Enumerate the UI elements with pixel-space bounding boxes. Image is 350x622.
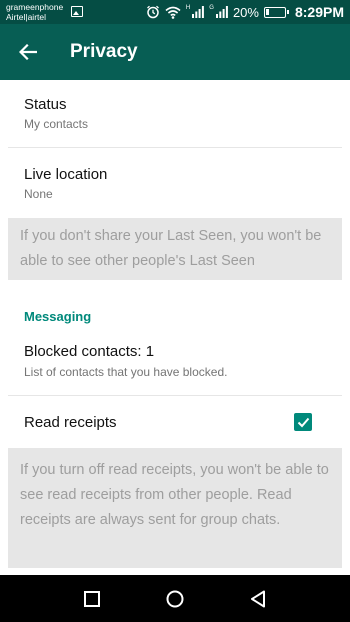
battery-percent: 20% — [232, 4, 259, 20]
wifi-icon — [165, 6, 181, 19]
alarm-icon — [146, 5, 159, 19]
battery-icon — [263, 6, 289, 18]
last-seen-info-text: If you don't share your Last Seen, you w… — [20, 228, 322, 269]
messaging-section-header: Messaging — [24, 309, 92, 324]
home-button[interactable] — [155, 579, 195, 619]
back-icon — [251, 590, 266, 607]
read-receipts-info-text: If you turn off read receipts, you won't… — [20, 462, 329, 528]
last-seen-info: If you don't share your Last Seen, you w… — [8, 218, 342, 280]
navigation-bar — [0, 575, 350, 622]
clock: 8:29PM — [294, 4, 344, 20]
status-setting[interactable]: Status My contacts — [8, 80, 342, 146]
status-value: My contacts — [24, 117, 89, 131]
read-receipts-title: Read receipts — [24, 414, 117, 431]
live-location-setting[interactable]: Live location None — [8, 148, 342, 216]
signal-icon — [192, 6, 205, 18]
check-icon — [297, 417, 309, 427]
settings-list: Status My contacts Live location None If… — [0, 80, 350, 575]
recents-button[interactable] — [72, 579, 112, 619]
sim2-network-label: G — [209, 5, 214, 11]
carrier-1: grameenphone — [6, 2, 64, 12]
gallery-icon — [71, 6, 83, 17]
home-icon — [166, 590, 184, 607]
signal-icon — [215, 6, 228, 18]
blocked-contacts-subtitle: List of contacts that you have blocked. — [24, 365, 228, 379]
back-button[interactable] — [12, 36, 44, 68]
sim1-network-label: H — [185, 5, 191, 11]
status-icons: H G 20% 8:29PM — [146, 0, 344, 24]
read-receipts-checkbox[interactable] — [294, 413, 312, 431]
blocked-contacts-title: Blocked contacts: 1 — [24, 343, 155, 360]
back-arrow-icon — [19, 44, 37, 60]
app-bar: Privacy — [0, 24, 350, 80]
blocked-contacts-setting[interactable]: Blocked contacts: 1 List of contacts tha… — [8, 332, 342, 394]
recents-icon — [83, 590, 100, 607]
status-title: Status — [24, 96, 67, 113]
live-location-value: None — [24, 187, 53, 201]
page-title: Privacy — [70, 41, 138, 62]
status-bar: grameenphone Airtel|airtel H G 20% 8:29P… — [0, 0, 350, 24]
carrier-labels: grameenphone Airtel|airtel — [6, 2, 63, 22]
live-location-title: Live location — [24, 166, 108, 183]
carrier-2: Airtel|airtel — [6, 12, 46, 22]
back-nav-button[interactable] — [238, 579, 278, 619]
read-receipts-info: If you turn off read receipts, you won't… — [8, 448, 342, 568]
read-receipts-setting[interactable]: Read receipts — [8, 396, 342, 448]
